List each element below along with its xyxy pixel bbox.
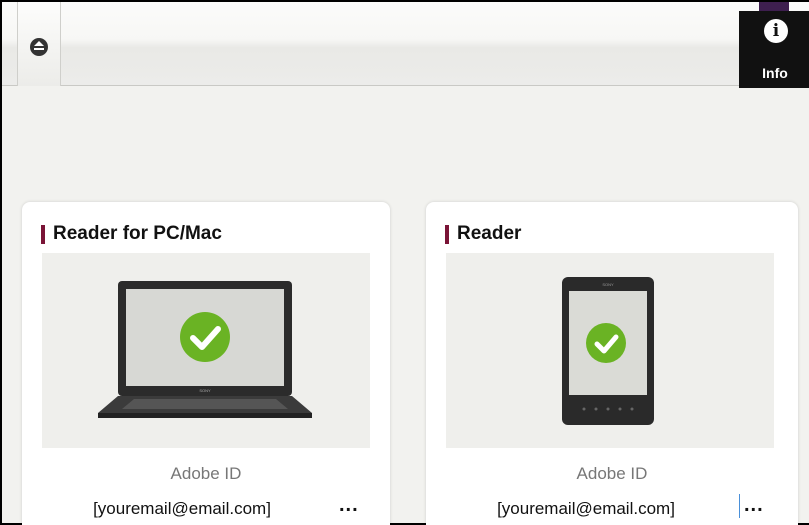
more-options-button[interactable]: ... (739, 494, 769, 518)
account-email: [youremail@email.com] (93, 499, 271, 518)
device-title: Reader (445, 223, 521, 245)
device-image-ereader: SONY (446, 253, 774, 448)
eject-icon (30, 38, 48, 56)
info-icon: i (764, 19, 788, 43)
info-label: Info (762, 65, 788, 81)
check-icon (180, 312, 230, 362)
adobe-id-label: Adobe ID (170, 464, 242, 483)
toolbar (2, 2, 809, 86)
device-card-reader[interactable]: Reader SONY Adobe ID [youremail@email.co… (426, 202, 798, 525)
account-email: [youremail@email.com] (497, 499, 675, 518)
info-button[interactable]: i Info (739, 2, 809, 88)
laptop-image: SONY (98, 281, 312, 418)
ereader-image: SONY (562, 277, 654, 425)
device-card-pc[interactable]: Reader for PC/Mac SONY Adobe ID [yourema… (22, 202, 390, 525)
eject-button[interactable] (17, 2, 61, 86)
more-options-button[interactable]: ... (339, 494, 369, 518)
device-title: Reader for PC/Mac (41, 223, 222, 245)
adobe-id-label: Adobe ID (576, 464, 648, 483)
svg-text:SONY: SONY (199, 388, 211, 393)
device-image-laptop: SONY (42, 253, 370, 448)
check-icon (586, 323, 626, 363)
svg-text:SONY: SONY (602, 282, 614, 287)
